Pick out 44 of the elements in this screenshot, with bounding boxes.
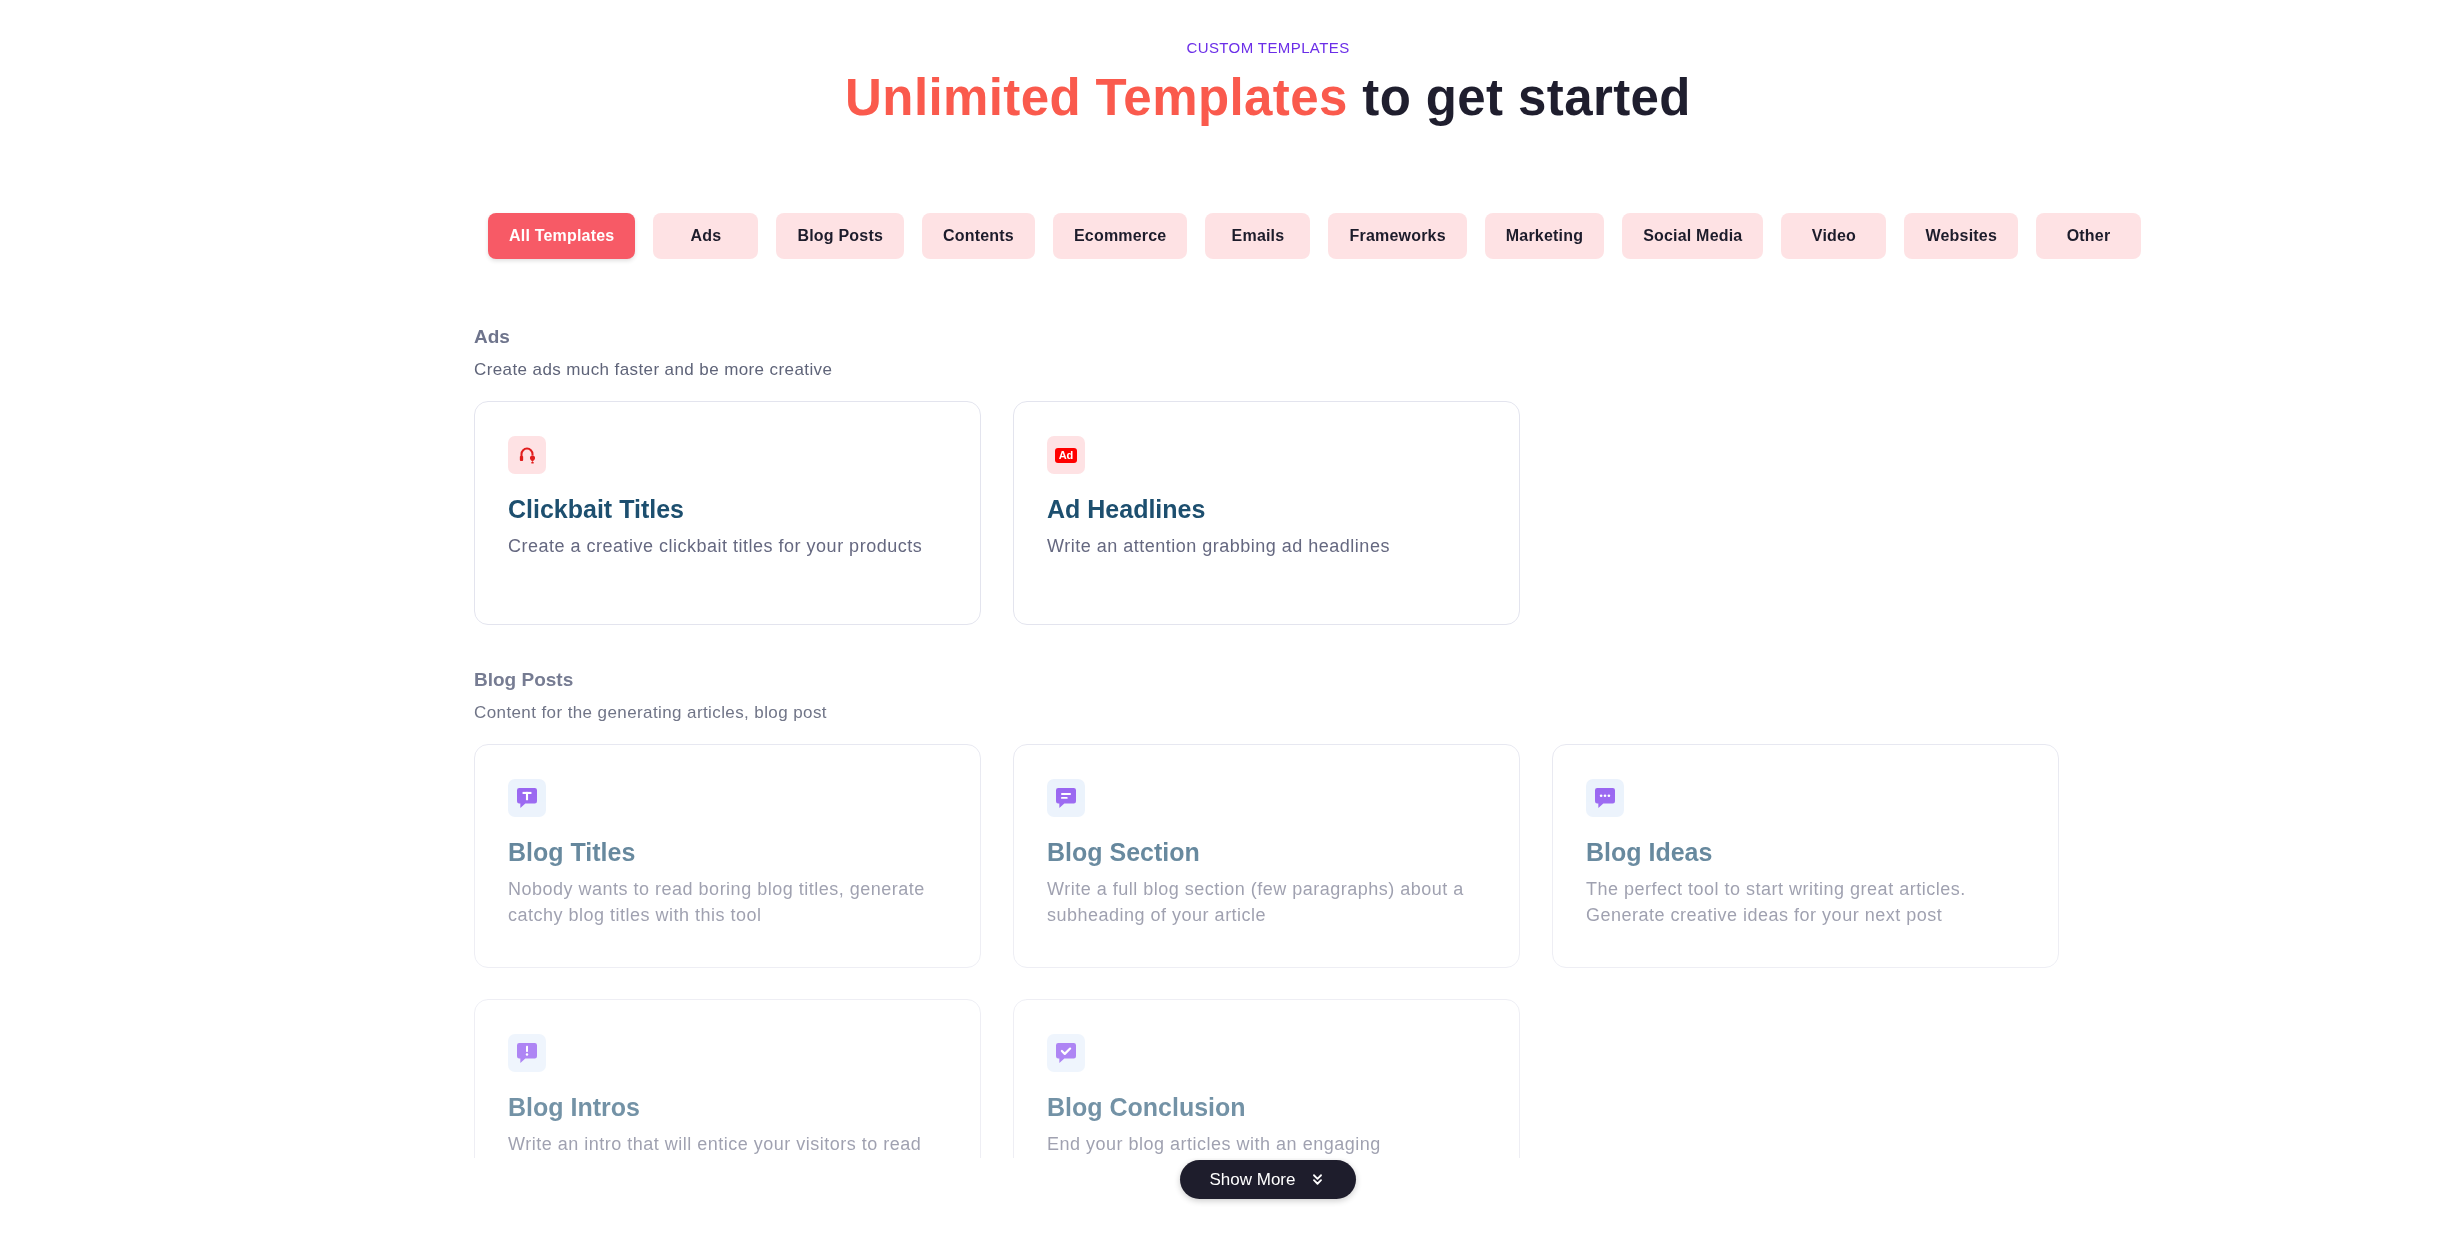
card-description: Create a creative clickbait titles for your products [508, 535, 924, 558]
card-title: Blog Section [1047, 837, 1200, 868]
category-tab[interactable]: Websites [1904, 213, 2018, 259]
card-title: Blog Intros [508, 1092, 640, 1123]
card-title: Blog Ideas [1586, 837, 1713, 868]
section-title: Blog Posts [474, 668, 574, 692]
section-subtitle: Create ads much faster and be more creative [474, 359, 833, 381]
card-description: The perfect tool to start writing great articles. Generate creative ideas for your next post [1586, 878, 1967, 927]
category-tab[interactable]: Marketing [1484, 213, 1605, 259]
card-description: Nobody wants to read boring blog titles, generate catchy blog titles with this tool [508, 878, 926, 927]
category-tab[interactable]: Ads [653, 213, 759, 259]
page-heading: Unlimited Templates to get started [845, 68, 1691, 128]
eyebrow-label: CUSTOM TEMPLATES [1186, 38, 1350, 58]
card-title: Blog Conclusion [1047, 1092, 1246, 1123]
chat-dots-icon [1586, 779, 1624, 817]
category-tab[interactable]: Ecommerce [1052, 213, 1188, 259]
section-subtitle: Content for the generating articles, blog post [474, 702, 827, 724]
template-card[interactable]: Blog Ideas The perfect tool to start writing great articles. Generate creative ideas for your next post [1552, 744, 2059, 968]
section-title: Ads [474, 325, 510, 349]
check-bubble-icon [1047, 1034, 1085, 1072]
category-tab[interactable]: Other [2036, 213, 2141, 259]
category-tab[interactable]: Blog Posts [776, 213, 904, 259]
card-description: Write an attention grabbing ad headlines [1047, 535, 1391, 558]
message-lines-icon [1047, 779, 1085, 817]
category-tab[interactable]: Emails [1205, 213, 1311, 259]
template-card[interactable]: Clickbait Titles Create a creative clickbait titles for your products [474, 401, 981, 625]
template-card[interactable]: Blog Section Write a full blog section (few paragraphs) about a subheading of your article [1013, 744, 1520, 968]
headset-icon [508, 436, 546, 474]
category-tab[interactable]: Video [1781, 213, 1887, 259]
show-more-button[interactable]: Show More [1179, 1160, 1357, 1199]
card-description: Write a full blog section (few paragraphs) about a subheading of your article [1047, 878, 1465, 927]
template-card[interactable]: Blog Titles Nobody wants to read boring blog titles, generate catchy blog titles with this tool [474, 744, 981, 968]
card-title: Blog Titles [508, 837, 636, 868]
category-tab[interactable]: Frameworks [1328, 213, 1467, 259]
card-description: End your blog articles with an engaging [1047, 1133, 1382, 1156]
alert-bubble-icon [508, 1034, 546, 1072]
ad-badge-icon: Ad [1047, 436, 1085, 474]
category-tab[interactable]: Contents [922, 213, 1035, 259]
card-description: Write an intro that will entice your visitors to read [508, 1133, 923, 1156]
card-title: Ad Headlines [1047, 494, 1206, 525]
template-card[interactable]: Ad Ad Headlines Write an attention grabbing ad headlines [1013, 401, 1520, 625]
card-title: Clickbait Titles [508, 494, 684, 525]
text-bubble-icon [508, 779, 546, 817]
category-tab[interactable]: Social Media [1622, 213, 1764, 259]
